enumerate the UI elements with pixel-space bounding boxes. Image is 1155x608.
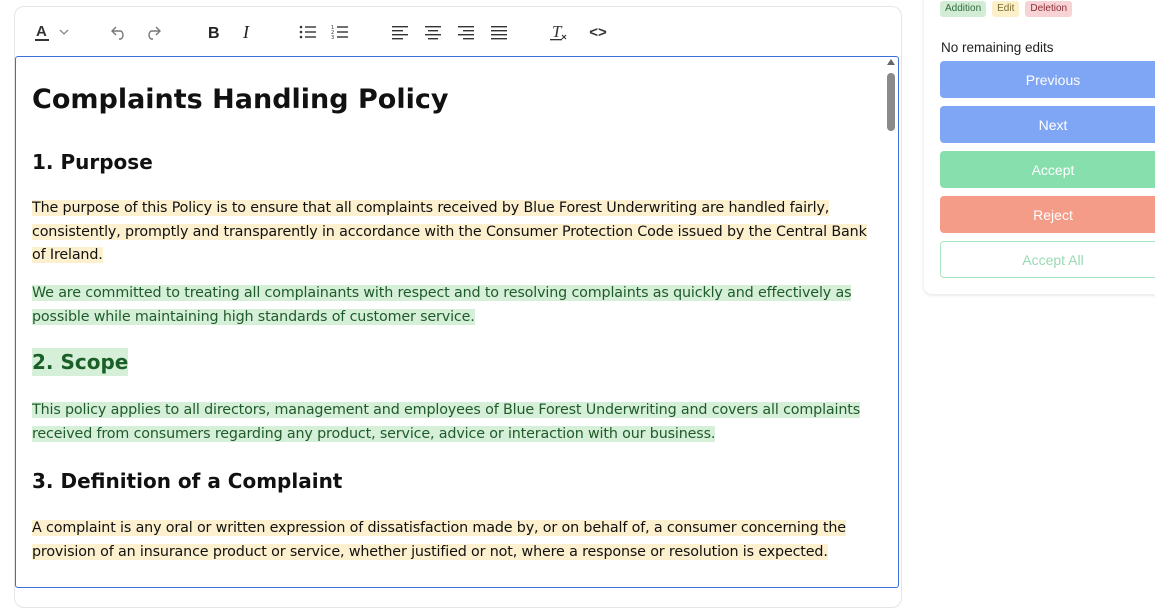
scroll-thumb[interactable] [887, 73, 895, 131]
change-legend: Addition Edit Deletion [940, 1, 1073, 17]
svg-text:B: B [208, 25, 220, 41]
text-color-dropdown[interactable]: A [32, 20, 74, 44]
edit-highlight[interactable]: The purpose of this Policy is to ensure … [32, 200, 867, 263]
editor-scrollbar[interactable] [886, 57, 896, 587]
align-center-icon [425, 26, 441, 40]
svg-text:I: I [242, 23, 250, 41]
svg-text:3: 3 [331, 35, 334, 40]
reject-button[interactable]: Reject [940, 196, 1155, 233]
accept-button[interactable]: Accept [940, 151, 1155, 188]
editor-toolbar: A B I 1 2 3 T <> [14, 8, 898, 56]
code-icon: <> [589, 23, 607, 41]
paragraph-scope: This policy applies to all directors, ma… [32, 399, 872, 446]
paragraph-purpose: The purpose of this Policy is to ensure … [32, 197, 872, 268]
document-title: Complaints Handling Policy [32, 84, 449, 115]
review-panel: Addition Edit Deletion No remaining edit… [924, 0, 1155, 294]
addition-highlight[interactable]: This policy applies to all directors, ma… [32, 402, 860, 442]
numbered-list-icon: 1 2 3 [331, 25, 348, 40]
bullet-list-button[interactable] [297, 20, 319, 44]
addition-highlight[interactable]: We are committed to treating all complai… [32, 285, 852, 325]
align-right-icon [458, 26, 474, 40]
align-justify-icon [491, 26, 507, 40]
previous-button[interactable]: Previous [940, 61, 1155, 98]
align-left-icon [392, 26, 408, 40]
align-center-button[interactable] [422, 20, 444, 44]
undo-button[interactable] [108, 20, 130, 44]
redo-icon [148, 26, 161, 40]
paragraph-commitment: We are committed to treating all complai… [32, 282, 872, 329]
align-left-button[interactable] [389, 20, 411, 44]
bold-icon: B [208, 25, 220, 41]
legend-deletion-badge: Deletion [1025, 1, 1073, 17]
svg-text:A: A [36, 23, 47, 40]
edit-highlight[interactable]: A complaint is any oral or written expre… [32, 520, 846, 560]
align-right-button[interactable] [455, 20, 477, 44]
accept-all-button[interactable]: Accept All [940, 241, 1155, 278]
addition-highlight[interactable]: 2. Scope [32, 348, 129, 376]
scroll-up-arrow-icon[interactable] [887, 59, 895, 65]
document-editor[interactable]: Complaints Handling Policy 1. Purpose Th… [15, 56, 899, 588]
code-view-button[interactable]: <> [585, 20, 611, 44]
section-heading-definition: 3. Definition of a Complaint [32, 469, 343, 493]
paragraph-definition: A complaint is any oral or written expre… [32, 517, 872, 564]
undo-icon [111, 26, 124, 40]
legend-edit-badge: Edit [992, 1, 1020, 17]
clear-formatting-icon: T [550, 23, 567, 41]
italic-button[interactable]: I [238, 20, 258, 44]
svg-text:T: T [552, 23, 563, 41]
section-heading-purpose: 1. Purpose [32, 150, 153, 174]
next-button[interactable]: Next [940, 106, 1155, 143]
bullet-list-icon [299, 25, 316, 39]
redo-button[interactable] [142, 20, 164, 44]
legend-addition-badge: Addition [940, 1, 987, 17]
section-heading-scope: 2. Scope [32, 348, 129, 376]
align-justify-button[interactable] [488, 20, 510, 44]
clear-formatting-button[interactable]: T [548, 20, 570, 44]
italic-icon: I [242, 23, 250, 41]
bold-button[interactable]: B [204, 20, 224, 44]
text-color-icon: A [35, 23, 69, 41]
edits-status: No remaining edits [941, 40, 1054, 55]
numbered-list-button[interactable]: 1 2 3 [329, 20, 351, 44]
